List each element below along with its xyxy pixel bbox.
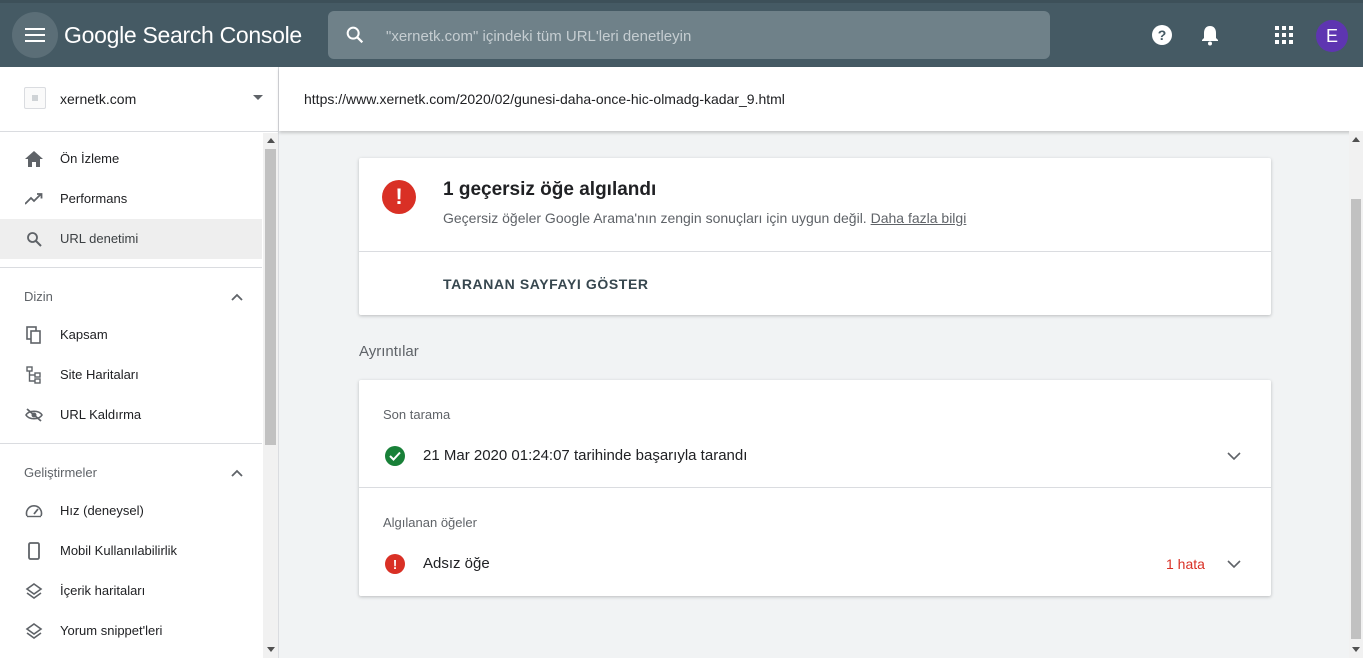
divider (0, 267, 262, 268)
status-description-text: Geçersiz öğeler Google Arama'nın zengin … (443, 210, 867, 226)
help-button[interactable]: ? (1150, 23, 1174, 47)
visibility-off-icon (24, 405, 44, 425)
notifications-button[interactable] (1198, 23, 1222, 47)
site-favicon-icon (24, 87, 46, 109)
last-crawl-label: Son tarama (383, 407, 451, 422)
sidebar-item-sitemaps[interactable]: Site Haritaları (0, 355, 262, 395)
property-name: xernetk.com (60, 91, 137, 107)
learn-more-link[interactable]: Daha fazla bilgi (871, 210, 967, 226)
sidebar-item-label: İçerik haritaları (60, 583, 146, 598)
sidebar: xernetk.com Ön İzleme Performans URL den… (0, 67, 279, 658)
sidebar-item-label: URL denetimi (60, 231, 139, 246)
search-input[interactable] (384, 23, 1028, 49)
detected-item-name: Adsız öğe (423, 555, 490, 572)
scroll-up-arrow-icon[interactable] (1352, 137, 1360, 142)
app-logo[interactable]: Google Search Console (64, 22, 302, 49)
view-crawled-page-button[interactable]: TARANAN SAYFAYI GÖSTER (443, 276, 649, 292)
details-heading: Ayrıntılar (359, 343, 419, 360)
error-count: 1 hata (1166, 556, 1205, 572)
main-content: https://www.xernetk.com/2020/02/gunesi-d… (279, 67, 1363, 658)
menu-icon (25, 28, 45, 42)
section-title-index[interactable]: Dizin (24, 289, 53, 304)
sidebar-item-performance[interactable]: Performans (0, 179, 262, 219)
chevron-down-icon[interactable] (1226, 556, 1242, 572)
status-title: 1 geçersiz öğe algılandı (443, 179, 657, 200)
sidebar-item-label: Ön İzleme (60, 151, 120, 166)
sidebar-item-speed[interactable]: Hız (deneysel) (0, 491, 262, 531)
home-icon (24, 149, 44, 169)
layers-icon (24, 581, 44, 601)
menu-button[interactable] (12, 12, 58, 58)
sidebar-item-label: Mobil Kullanılabilirlik (60, 543, 178, 558)
sidebar-item-mobile-usability[interactable]: Mobil Kullanılabilirlik (0, 531, 262, 571)
last-crawl-text: 21 Mar 2020 01:24:07 tarihinde başarıyla… (423, 447, 748, 464)
sidebar-item-label: Site Haritaları (60, 367, 139, 382)
sidebar-item-label: Kapsam (60, 327, 108, 342)
sitemap-icon (24, 365, 44, 385)
error-icon: ! (385, 554, 405, 574)
notifications-icon (1202, 26, 1218, 46)
detected-items-label: Algılanan öğeler (383, 515, 477, 530)
chevron-down-icon[interactable] (1226, 448, 1242, 464)
sidebar-item-label: URL Kaldırma (60, 407, 142, 422)
main-scrollbar-thumb[interactable] (1351, 199, 1361, 639)
sidebar-item-label: Yorum snippet'leri (60, 623, 163, 638)
divider (359, 487, 1271, 488)
top-app-bar: Google Search Console ? E (0, 0, 1363, 67)
help-icon: ? (1152, 25, 1172, 45)
svg-text:?: ? (1158, 27, 1167, 43)
sidebar-item-review-snippets[interactable]: Yorum snippet'leri (0, 611, 262, 651)
section-title-enhancements[interactable]: Geliştirmeler (24, 465, 97, 480)
sidebar-item-label: Performans (60, 191, 128, 206)
divider (0, 443, 262, 444)
avatar[interactable]: E (1316, 20, 1348, 52)
details-card: Son tarama 21 Mar 2020 01:24:07 tarihind… (359, 380, 1271, 596)
layers-icon (24, 621, 44, 641)
sidebar-item-url-inspection[interactable]: URL denetimi (0, 219, 262, 259)
scroll-down-arrow-icon[interactable] (267, 647, 275, 652)
apps-button[interactable] (1272, 23, 1296, 47)
scroll-up-arrow-icon[interactable] (267, 138, 275, 143)
check-circle-icon (385, 446, 405, 466)
speed-icon (24, 501, 44, 521)
status-card: ! 1 geçersiz öğe algılandı Geçersiz öğel… (359, 158, 1271, 315)
dropdown-caret-icon (253, 95, 263, 100)
apps-icon (1275, 26, 1293, 44)
property-selector[interactable]: xernetk.com (0, 67, 278, 132)
chevron-up-icon[interactable] (230, 290, 244, 304)
sidebar-scrollbar-thumb[interactable] (265, 149, 276, 445)
sidebar-item-removals[interactable]: URL Kaldırma (0, 395, 262, 435)
chevron-up-icon[interactable] (230, 466, 244, 480)
sidebar-item-coverage[interactable]: Kapsam (0, 315, 262, 355)
inspected-url-bar: https://www.xernetk.com/2020/02/gunesi-d… (279, 67, 1363, 131)
trending-up-icon (24, 189, 44, 209)
copy-icon (24, 325, 44, 345)
error-icon: ! (382, 180, 416, 214)
search-icon (24, 229, 44, 249)
status-description: Geçersiz öğeler Google Arama'nın zengin … (443, 210, 966, 226)
phone-icon (24, 541, 44, 561)
sidebar-item-breadcrumbs[interactable]: İçerik haritaları (0, 571, 262, 611)
search-icon (346, 26, 364, 44)
inspected-url[interactable]: https://www.xernetk.com/2020/02/gunesi-d… (304, 91, 785, 107)
divider (359, 251, 1271, 252)
scroll-down-arrow-icon[interactable] (1352, 647, 1360, 652)
sidebar-item-label: Hız (deneysel) (60, 503, 144, 518)
search-bar[interactable] (328, 11, 1050, 59)
sidebar-item-overview[interactable]: Ön İzleme (0, 139, 262, 179)
